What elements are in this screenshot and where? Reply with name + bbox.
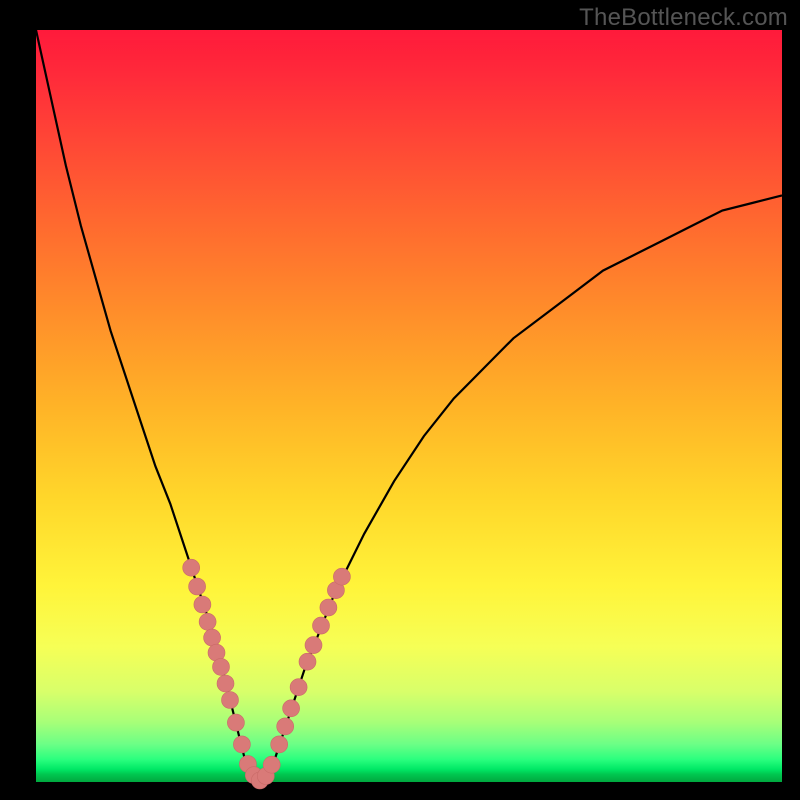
outer-frame: TheBottleneck.com (0, 0, 800, 800)
marker-dot (277, 718, 294, 735)
marker-dot (194, 596, 211, 613)
marker-dot (189, 578, 206, 595)
marker-dot (213, 658, 230, 675)
marker-dot (333, 568, 350, 585)
marker-dot (271, 736, 288, 753)
marker-dot (299, 653, 316, 670)
marker-dot (283, 700, 300, 717)
marker-dot (263, 756, 280, 773)
marker-dot (204, 629, 221, 646)
marker-dot (233, 736, 250, 753)
watermark: TheBottleneck.com (579, 4, 788, 32)
curve-svg (36, 30, 782, 782)
bottleneck-curve (36, 30, 782, 782)
marker-dot (305, 637, 322, 654)
marker-dot (313, 617, 330, 634)
marker-dot (217, 675, 234, 692)
marker-dot (227, 714, 244, 731)
marker-dot (199, 613, 216, 630)
marker-dot (320, 599, 337, 616)
plot-area (36, 30, 782, 782)
marker-dot (290, 679, 307, 696)
highlight-markers (183, 559, 351, 789)
marker-dot (222, 692, 239, 709)
marker-dot (183, 559, 200, 576)
